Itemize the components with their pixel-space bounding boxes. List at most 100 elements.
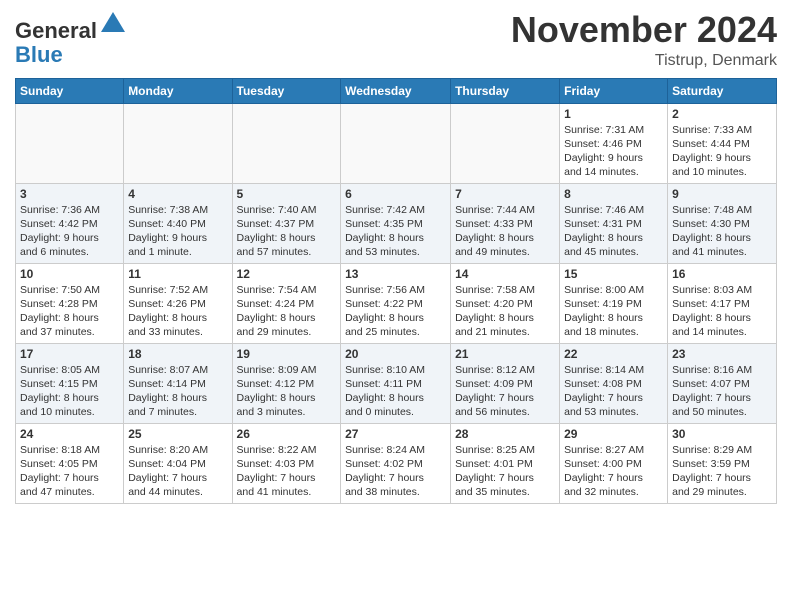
- day-cell-29: 29 Sunrise: 8:27 AM Sunset: 4:00 PM Dayli…: [560, 423, 668, 503]
- week-row-4: 17 Sunrise: 8:05 AM Sunset: 4:15 PM Dayli…: [16, 343, 777, 423]
- day-info: Sunrise: 8:25 AM Sunset: 4:01 PM Dayligh…: [455, 443, 555, 500]
- day-info: Sunrise: 7:50 AM Sunset: 4:28 PM Dayligh…: [20, 283, 119, 340]
- day-cell-26: 26 Sunrise: 8:22 AM Sunset: 4:03 PM Dayli…: [232, 423, 341, 503]
- day-number: 2: [672, 107, 772, 121]
- day-number: 24: [20, 427, 119, 441]
- day-number: 18: [128, 347, 227, 361]
- empty-cell: [341, 103, 451, 183]
- day-info: Sunrise: 8:10 AM Sunset: 4:11 PM Dayligh…: [345, 363, 446, 420]
- empty-cell: [451, 103, 560, 183]
- day-cell-4: 4Sunrise: 7:38 AM Sunset: 4:40 PM Daylig…: [124, 183, 232, 263]
- day-cell-13: 13 Sunrise: 7:56 AM Sunset: 4:22 PM Dayli…: [341, 263, 451, 343]
- logo-icon: [99, 10, 127, 38]
- day-info: Sunrise: 8:12 AM Sunset: 4:09 PM Dayligh…: [455, 363, 555, 420]
- day-cell-21: 21 Sunrise: 8:12 AM Sunset: 4:09 PM Dayli…: [451, 343, 560, 423]
- weekday-header-wednesday: Wednesday: [341, 78, 451, 103]
- day-cell-28: 28 Sunrise: 8:25 AM Sunset: 4:01 PM Dayli…: [451, 423, 560, 503]
- weekday-header-tuesday: Tuesday: [232, 78, 341, 103]
- day-cell-20: 20 Sunrise: 8:10 AM Sunset: 4:11 PM Dayli…: [341, 343, 451, 423]
- day-cell-1: 1 Sunrise: 7:31 AM Sunset: 4:46 PM Daylig…: [560, 103, 668, 183]
- day-number: 20: [345, 347, 446, 361]
- day-number: 1: [564, 107, 663, 121]
- week-row-1: 1 Sunrise: 7:31 AM Sunset: 4:46 PM Daylig…: [16, 103, 777, 183]
- day-number: 28: [455, 427, 555, 441]
- day-number: 14: [455, 267, 555, 281]
- weekday-header-monday: Monday: [124, 78, 232, 103]
- logo-general-text: General: [15, 18, 97, 43]
- day-number: 19: [237, 347, 337, 361]
- empty-cell: [16, 103, 124, 183]
- day-cell-11: 11 Sunrise: 7:52 AM Sunset: 4:26 PM Dayli…: [124, 263, 232, 343]
- day-info: Sunrise: 8:05 AM Sunset: 4:15 PM Dayligh…: [20, 363, 119, 420]
- month-title: November 2024: [511, 10, 777, 50]
- header: General Blue November 2024 Tistrup, Denm…: [15, 10, 777, 70]
- day-cell-10: 10 Sunrise: 7:50 AM Sunset: 4:28 PM Dayli…: [16, 263, 124, 343]
- day-info: Sunrise: 7:48 AM Sunset: 4:30 PM Dayligh…: [672, 203, 772, 260]
- day-cell-14: 14Sunrise: 7:58 AM Sunset: 4:20 PM Dayli…: [451, 263, 560, 343]
- day-number: 13: [345, 267, 446, 281]
- day-number: 26: [237, 427, 337, 441]
- empty-cell: [124, 103, 232, 183]
- day-info: Sunrise: 7:54 AM Sunset: 4:24 PM Dayligh…: [237, 283, 337, 340]
- weekday-header-row: SundayMondayTuesdayWednesdayThursdayFrid…: [16, 78, 777, 103]
- day-info: Sunrise: 7:33 AM Sunset: 4:44 PM Dayligh…: [672, 123, 772, 180]
- day-cell-6: 6Sunrise: 7:42 AM Sunset: 4:35 PM Daylig…: [341, 183, 451, 263]
- day-cell-17: 17 Sunrise: 8:05 AM Sunset: 4:15 PM Dayli…: [16, 343, 124, 423]
- day-cell-9: 9 Sunrise: 7:48 AM Sunset: 4:30 PM Daylig…: [668, 183, 777, 263]
- day-cell-27: 27Sunrise: 8:24 AM Sunset: 4:02 PM Dayli…: [341, 423, 451, 503]
- day-cell-23: 23 Sunrise: 8:16 AM Sunset: 4:07 PM Dayli…: [668, 343, 777, 423]
- day-cell-24: 24 Sunrise: 8:18 AM Sunset: 4:05 PM Dayli…: [16, 423, 124, 503]
- day-number: 21: [455, 347, 555, 361]
- day-number: 8: [564, 187, 663, 201]
- title-block: November 2024 Tistrup, Denmark: [511, 10, 777, 70]
- day-number: 5: [237, 187, 337, 201]
- week-row-3: 10 Sunrise: 7:50 AM Sunset: 4:28 PM Dayli…: [16, 263, 777, 343]
- calendar-table: SundayMondayTuesdayWednesdayThursdayFrid…: [15, 78, 777, 504]
- day-number: 25: [128, 427, 227, 441]
- day-info: Sunrise: 8:16 AM Sunset: 4:07 PM Dayligh…: [672, 363, 772, 420]
- day-number: 30: [672, 427, 772, 441]
- day-info: Sunrise: 8:03 AM Sunset: 4:17 PM Dayligh…: [672, 283, 772, 340]
- day-cell-19: 19 Sunrise: 8:09 AM Sunset: 4:12 PM Dayli…: [232, 343, 341, 423]
- day-number: 12: [237, 267, 337, 281]
- day-info: Sunrise: 7:42 AM Sunset: 4:35 PM Dayligh…: [345, 203, 446, 260]
- day-cell-22: 22Sunrise: 8:14 AM Sunset: 4:08 PM Dayli…: [560, 343, 668, 423]
- weekday-header-thursday: Thursday: [451, 78, 560, 103]
- day-cell-30: 30Sunrise: 8:29 AM Sunset: 3:59 PM Dayli…: [668, 423, 777, 503]
- day-cell-8: 8 Sunrise: 7:46 AM Sunset: 4:31 PM Daylig…: [560, 183, 668, 263]
- day-cell-7: 7 Sunrise: 7:44 AM Sunset: 4:33 PM Daylig…: [451, 183, 560, 263]
- day-info: Sunrise: 8:20 AM Sunset: 4:04 PM Dayligh…: [128, 443, 227, 500]
- logo-blue-text: Blue: [15, 42, 63, 67]
- weekday-header-friday: Friday: [560, 78, 668, 103]
- week-row-5: 24 Sunrise: 8:18 AM Sunset: 4:05 PM Dayli…: [16, 423, 777, 503]
- weekday-header-sunday: Sunday: [16, 78, 124, 103]
- day-info: Sunrise: 7:40 AM Sunset: 4:37 PM Dayligh…: [237, 203, 337, 260]
- day-number: 10: [20, 267, 119, 281]
- day-number: 15: [564, 267, 663, 281]
- day-cell-16: 16 Sunrise: 8:03 AM Sunset: 4:17 PM Dayli…: [668, 263, 777, 343]
- day-number: 9: [672, 187, 772, 201]
- day-number: 29: [564, 427, 663, 441]
- day-cell-18: 18Sunrise: 8:07 AM Sunset: 4:14 PM Dayli…: [124, 343, 232, 423]
- day-info: Sunrise: 8:18 AM Sunset: 4:05 PM Dayligh…: [20, 443, 119, 500]
- week-row-2: 3 Sunrise: 7:36 AM Sunset: 4:42 PM Daylig…: [16, 183, 777, 263]
- day-info: Sunrise: 7:31 AM Sunset: 4:46 PM Dayligh…: [564, 123, 663, 180]
- day-number: 11: [128, 267, 227, 281]
- day-number: 3: [20, 187, 119, 201]
- day-info: Sunrise: 7:46 AM Sunset: 4:31 PM Dayligh…: [564, 203, 663, 260]
- day-info: Sunrise: 7:44 AM Sunset: 4:33 PM Dayligh…: [455, 203, 555, 260]
- day-info: Sunrise: 8:00 AM Sunset: 4:19 PM Dayligh…: [564, 283, 663, 340]
- day-info: Sunrise: 8:27 AM Sunset: 4:00 PM Dayligh…: [564, 443, 663, 500]
- day-number: 7: [455, 187, 555, 201]
- day-info: Sunrise: 8:14 AM Sunset: 4:08 PM Dayligh…: [564, 363, 663, 420]
- day-cell-25: 25 Sunrise: 8:20 AM Sunset: 4:04 PM Dayli…: [124, 423, 232, 503]
- day-number: 23: [672, 347, 772, 361]
- day-info: Sunrise: 8:22 AM Sunset: 4:03 PM Dayligh…: [237, 443, 337, 500]
- day-info: Sunrise: 7:56 AM Sunset: 4:22 PM Dayligh…: [345, 283, 446, 340]
- day-info: Sunrise: 8:09 AM Sunset: 4:12 PM Dayligh…: [237, 363, 337, 420]
- day-number: 17: [20, 347, 119, 361]
- day-info: Sunrise: 7:36 AM Sunset: 4:42 PM Dayligh…: [20, 203, 119, 260]
- day-info: Sunrise: 7:52 AM Sunset: 4:26 PM Dayligh…: [128, 283, 227, 340]
- day-number: 16: [672, 267, 772, 281]
- day-cell-15: 15 Sunrise: 8:00 AM Sunset: 4:19 PM Dayli…: [560, 263, 668, 343]
